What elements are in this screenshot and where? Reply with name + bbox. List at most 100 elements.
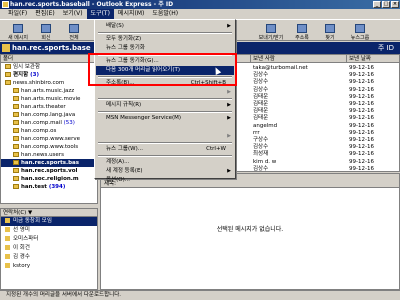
contact-label: 이 회건 — [13, 245, 30, 251]
reply-icon — [41, 24, 51, 33]
reply-all-icon — [69, 24, 79, 33]
find-button[interactable]: 찾기 — [316, 20, 344, 41]
minimize-button[interactable]: _ — [373, 1, 381, 8]
menu-item-label: 모두 동기화(Z) — [106, 36, 142, 42]
submenu-arrow-icon: ▶ — [227, 168, 231, 174]
newsgroups-button[interactable]: 뉴스그룹 — [344, 20, 376, 41]
folder-label: han.comp.mail — [21, 120, 62, 126]
tools-menu-item[interactable]: 메시지 규칙(R) ▶ — [96, 101, 234, 110]
column-from[interactable]: 보낸 사람 — [251, 55, 347, 63]
reply-button[interactable]: 회신 — [32, 20, 60, 41]
contact-item[interactable]: 선 영미 — [1, 226, 97, 235]
contacts-header[interactable]: 연락처(C) ▼ — [1, 209, 97, 217]
tools-menu-item[interactable]: 뉴스 그룹(W)... Ctrl+W — [96, 145, 234, 154]
folder-item[interactable]: han.news.users — [1, 151, 97, 159]
folder-item[interactable]: han.arts.music.movie — [1, 95, 97, 103]
folder-icon — [13, 104, 19, 109]
tools-menu-item[interactable]: 계정(A)... — [96, 158, 234, 167]
folder-icon — [13, 168, 19, 173]
contact-icon — [5, 218, 10, 223]
close-button[interactable]: × — [391, 1, 399, 8]
folder-item[interactable]: han.comp.www.tools — [1, 143, 97, 151]
title-bar: han.rec.sports.baseball - Outlook Expres… — [0, 0, 400, 9]
outlook-express-icon — [2, 1, 9, 8]
tools-menu-item[interactable]: MSN Messenger Service(M) ▶ — [96, 114, 234, 123]
menu-help[interactable]: 도움말(H) — [148, 9, 182, 19]
current-folder-title: han.rec.sports.base — [12, 44, 91, 52]
folder-item[interactable]: han.arts.music.jazz — [1, 87, 97, 95]
contact-item[interactable]: 김 경수 — [1, 253, 97, 262]
folder-label: han.arts.music.jazz — [21, 88, 75, 94]
folder-pane-header: 폴더 — [1, 55, 97, 63]
tools-menu-item[interactable]: 옵션(O)... — [96, 176, 234, 185]
send-receive-icon — [266, 24, 276, 33]
folder-unread-count: (53) — [63, 120, 75, 126]
contact-label: 선 영미 — [13, 227, 30, 233]
folder-item[interactable]: han.soc.religion.m — [1, 175, 97, 183]
contact-item[interactable]: kstory — [1, 262, 97, 271]
tools-menu-item[interactable] — [96, 123, 234, 132]
send-receive-button[interactable]: 보내기/받기 — [254, 20, 288, 41]
contact-item[interactable]: 미금 동창회 모임 — [1, 217, 97, 226]
tools-menu: 배달(S) ▶ 모두 동기화(Z) 뉴스 그룹 동기화 뉴스 그룹 동기화(G)... 다… — [94, 19, 236, 183]
contact-item[interactable]: 이 회건 — [1, 244, 97, 253]
reply-all-button[interactable]: 전체 — [60, 20, 88, 41]
folder-item[interactable]: han.comp.mail (53) — [1, 119, 97, 127]
column-date[interactable]: 보낸 날짜 — [347, 55, 399, 63]
tools-menu-item[interactable]: 모두 동기화(Z) — [96, 35, 234, 44]
tools-menu-item[interactable]: 새 계정 등록(E) ▶ — [96, 167, 234, 176]
menu-item-label: 옵션(O)... — [106, 177, 130, 183]
folder-item[interactable]: han.comp.lang.java — [1, 111, 97, 119]
folder-item[interactable]: han.arts.theater — [1, 103, 97, 111]
menu-item-shortcut: Ctrl+W — [206, 146, 226, 152]
submenu-arrow-icon: ▶ — [227, 133, 231, 139]
contact-list: 미금 동창회 모임 선 영미오미스파터이 회건김 경수 kstory — [1, 217, 97, 271]
folder-item[interactable]: han.comp.os — [1, 127, 97, 135]
contact-icon — [5, 254, 10, 259]
tools-menu-item[interactable]: 배달(S) ▶ — [96, 22, 234, 31]
folder-item[interactable]: han.rec.sports.bas — [1, 159, 97, 167]
menu-separator — [98, 111, 232, 113]
folder-item[interactable]: han.rec.sports.vol — [1, 167, 97, 175]
contact-label: 김 경수 — [13, 254, 30, 260]
folder-icon — [13, 128, 19, 133]
folder-item[interactable]: news.shinbiro.com — [1, 79, 97, 87]
folder-pane: 폴더 임시 보관함 편지함 (3) news.shinbiro.com han.a… — [0, 54, 98, 204]
folder-label: 편지함 — [13, 72, 29, 78]
folder-label: han.news.users — [21, 152, 64, 158]
folder-icon — [5, 80, 11, 85]
folder-item[interactable]: 임시 보관함 — [1, 63, 97, 71]
tools-menu-item[interactable]: ▶ — [96, 88, 234, 97]
menu-separator — [98, 155, 232, 157]
folder-item[interactable]: 편지함 (3) — [1, 71, 97, 79]
submenu-arrow-icon: ▶ — [227, 23, 231, 29]
tools-menu-item[interactable]: ▶ — [96, 132, 234, 141]
address-book-button[interactable]: 주소록 — [288, 20, 316, 41]
newsgroups-icon — [355, 24, 365, 33]
folder-icon — [13, 176, 19, 181]
contact-item[interactable]: 오미스파터 — [1, 235, 97, 244]
folder-label: han.comp.www.tools — [21, 144, 79, 150]
tools-menu-item[interactable]: 뉴스 그룹 동기화 — [96, 44, 234, 53]
preview-pane: 보낸 사람: 받는 사람: 제목: 선택된 메시지가 없습니다. — [100, 173, 400, 290]
menu-file[interactable]: 파일(F) — [4, 9, 31, 19]
folder-label: 임시 보관함 — [13, 64, 41, 70]
address-book-icon — [297, 24, 307, 33]
menu-item-label: 새 계정 등록(E) — [106, 168, 143, 174]
folder-icon — [13, 120, 19, 125]
folder-label: han.comp.www.serve — [21, 136, 80, 142]
menu-tools[interactable]: 도구(T) — [86, 9, 114, 19]
menu-edit[interactable]: 편집(E) — [31, 9, 59, 19]
status-bar: 지정된 개수의 머리글을 서버에서 다운로드합니다. — [0, 290, 400, 300]
new-message-button[interactable]: 새 메시지 — [4, 20, 32, 41]
folder-label: han.comp.os — [21, 128, 57, 134]
menu-view[interactable]: 보기(V) — [59, 9, 87, 19]
contact-icon — [5, 236, 10, 241]
folder-item[interactable]: han.test (394) — [1, 183, 97, 191]
menu-item-label: 배달(S) — [106, 23, 124, 29]
maximize-button[interactable]: □ — [382, 1, 390, 8]
folder-item[interactable]: han.comp.www.serve — [1, 135, 97, 143]
contact-label: 오미스파터 — [13, 236, 39, 242]
menu-message[interactable]: 메시지(M) — [114, 9, 148, 19]
folder-unread-count: (3) — [30, 72, 39, 78]
